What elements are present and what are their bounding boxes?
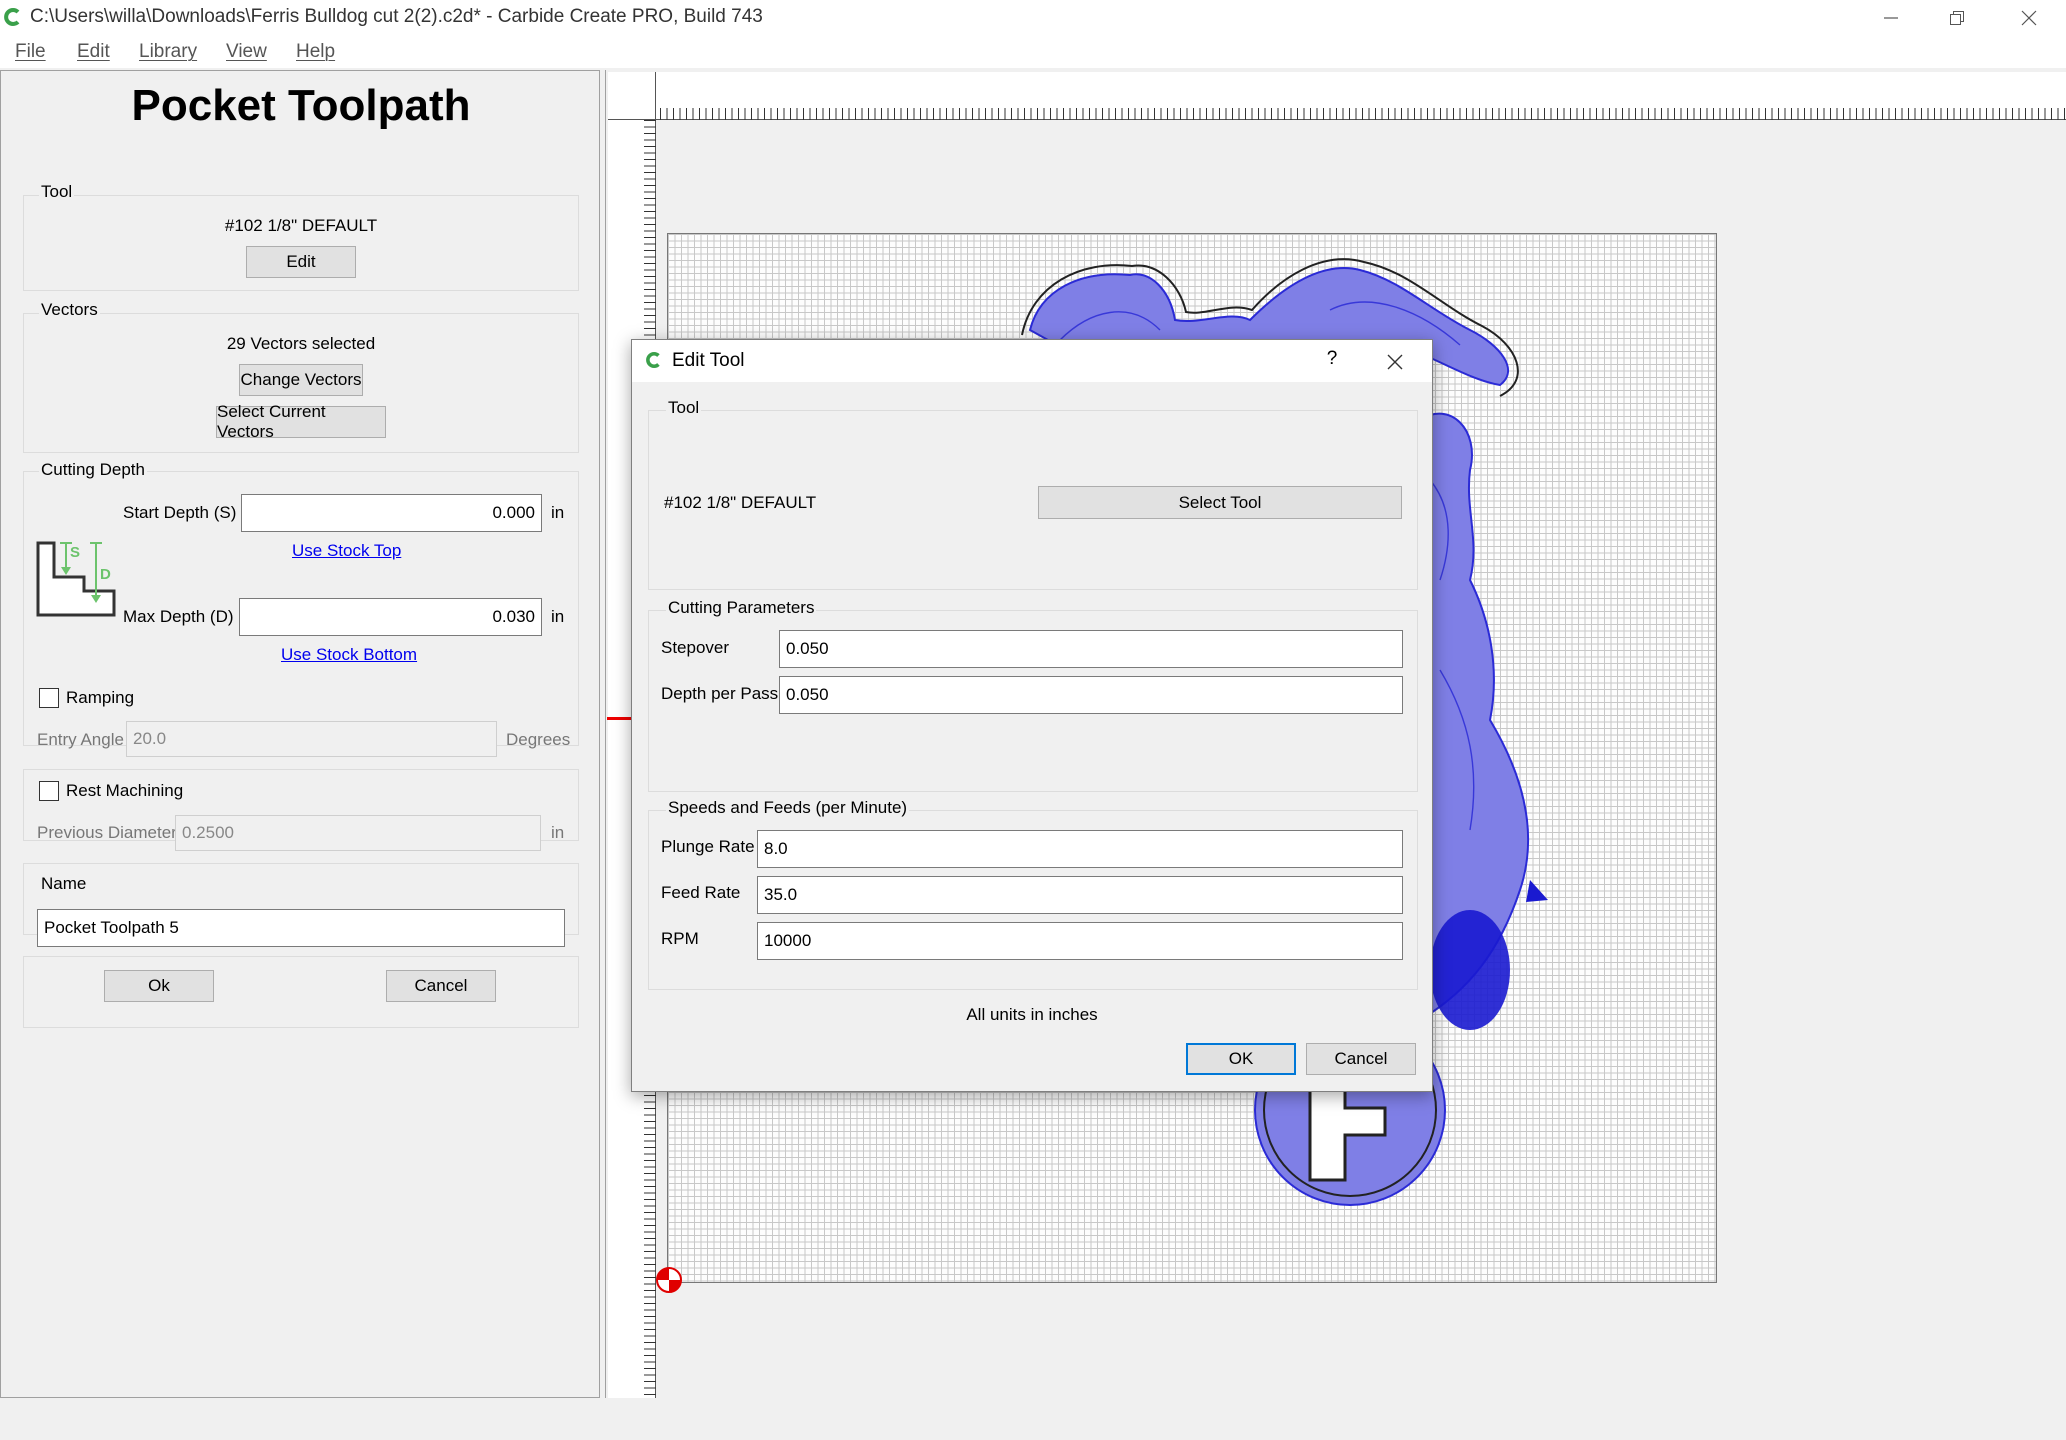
ok-button[interactable]: Ok [104, 970, 214, 1002]
plunge-rate-input[interactable]: 8.0 [757, 830, 1403, 868]
menu-edit[interactable]: Edit [77, 41, 110, 63]
stepover-input[interactable]: 0.050 [779, 630, 1403, 668]
status-bar [0, 1398, 2066, 1440]
dialog-tool-label: Tool [666, 398, 702, 418]
rpm-input[interactable]: 10000 [757, 922, 1403, 960]
start-depth-label: Start Depth (S) [123, 503, 237, 522]
close-icon [1387, 354, 1403, 370]
entry-angle-input[interactable]: 20.0 [126, 721, 497, 757]
dialog-cancel-button[interactable]: Cancel [1306, 1043, 1416, 1075]
start-depth-input[interactable]: 0.000 [241, 494, 542, 532]
restore-icon [1950, 11, 1964, 25]
edit-tool-button[interactable]: Edit [246, 246, 356, 278]
position-marker [607, 717, 633, 720]
app-logo-icon [646, 352, 660, 368]
menu-library[interactable]: Library [139, 41, 197, 63]
minimize-icon [1884, 17, 1898, 19]
app-logo-icon [4, 8, 20, 26]
select-current-vectors-button[interactable]: Select Current Vectors [216, 402, 386, 441]
edit-tool-dialog: Edit Tool ? Tool #102 1/8" DEFAULT Selec… [631, 339, 1433, 1092]
ramping-checkbox[interactable] [39, 688, 59, 708]
menu-view[interactable]: View [226, 41, 267, 63]
select-tool-button[interactable]: Select Tool [1038, 486, 1402, 519]
title-bar: C:\Users\willa\Downloads\Ferris Bulldog … [0, 0, 2066, 36]
minimize-button[interactable] [1858, 0, 1924, 36]
use-stock-bottom-link[interactable]: Use Stock Bottom [281, 645, 417, 665]
ramping-label: Ramping [63, 688, 138, 708]
dialog-tool-name: #102 1/8" DEFAULT [664, 493, 817, 512]
help-button[interactable]: ? [1317, 348, 1347, 376]
change-vectors-button[interactable]: Change Vectors [239, 364, 363, 396]
ruler-corner [608, 72, 656, 120]
window-title: C:\Users\willa\Downloads\Ferris Bulldog … [30, 6, 763, 27]
horizontal-ruler-ticks [656, 72, 2066, 120]
dialog-close-button[interactable] [1380, 348, 1410, 376]
cutting-parameters-label: Cutting Parameters [666, 598, 817, 618]
start-depth-unit: in [551, 503, 565, 522]
entry-angle-label: Entry Angle [37, 730, 124, 749]
plunge-rate-label: Plunge Rate [661, 837, 755, 856]
previous-diameter-unit: in [551, 823, 565, 842]
speeds-feeds-label: Speeds and Feeds (per Minute) [666, 798, 910, 818]
dialog-ok-button[interactable]: OK [1186, 1043, 1296, 1075]
restore-button[interactable] [1924, 0, 1990, 36]
close-button[interactable] [1996, 0, 2062, 36]
pocket-toolpath-panel: Pocket Toolpath Tool #102 1/8" DEFAULT E… [0, 70, 600, 1398]
dialog-title: Edit Tool [672, 350, 745, 371]
menu-help[interactable]: Help [296, 41, 335, 63]
rpm-label: RPM [661, 929, 699, 948]
toolpath-name-input[interactable]: Pocket Toolpath 5 [37, 909, 565, 947]
feed-rate-label: Feed Rate [661, 883, 741, 902]
entry-angle-unit: Degrees [506, 730, 571, 749]
max-depth-label: Max Depth (D) [123, 607, 234, 626]
max-depth-unit: in [551, 607, 565, 626]
name-label: Name [39, 874, 89, 894]
stepover-label: Stepover [661, 638, 730, 657]
tool-name: #102 1/8" DEFAULT [224, 216, 378, 235]
dialog-title-bar: Edit Tool ? [632, 340, 1432, 382]
cancel-button[interactable]: Cancel [386, 970, 496, 1002]
previous-diameter-input[interactable]: 0.2500 [175, 815, 541, 851]
panel-title: Pocket Toolpath [131, 81, 471, 130]
rest-machining-label: Rest Machining [63, 781, 187, 801]
vectors-selected-text: 29 Vectors selected [226, 334, 376, 353]
rest-machining-checkbox[interactable] [39, 781, 59, 801]
diagram-s-label: S [70, 544, 80, 561]
max-depth-input[interactable]: 0.030 [239, 598, 542, 636]
horizontal-ruler [608, 72, 2066, 120]
vectors-group-label: Vectors [39, 300, 100, 320]
depth-per-pass-input[interactable]: 0.050 [779, 676, 1403, 714]
depth-diagram-icon: S D [36, 541, 116, 617]
menu-file[interactable]: File [15, 41, 46, 63]
cutting-depth-label: Cutting Depth [39, 460, 147, 480]
menu-bar: File Edit Library View Help [0, 36, 2066, 68]
close-icon [2021, 10, 2037, 26]
units-note: All units in inches [966, 1005, 1098, 1024]
origin-marker-icon [656, 1267, 682, 1293]
depth-per-pass-label: Depth per Pass [661, 684, 779, 703]
use-stock-top-link[interactable]: Use Stock Top [292, 541, 401, 561]
previous-diameter-label: Previous Diameter [37, 823, 177, 842]
diagram-d-label: D [100, 566, 111, 583]
tool-group-label: Tool [39, 182, 75, 202]
feed-rate-input[interactable]: 35.0 [757, 876, 1403, 914]
